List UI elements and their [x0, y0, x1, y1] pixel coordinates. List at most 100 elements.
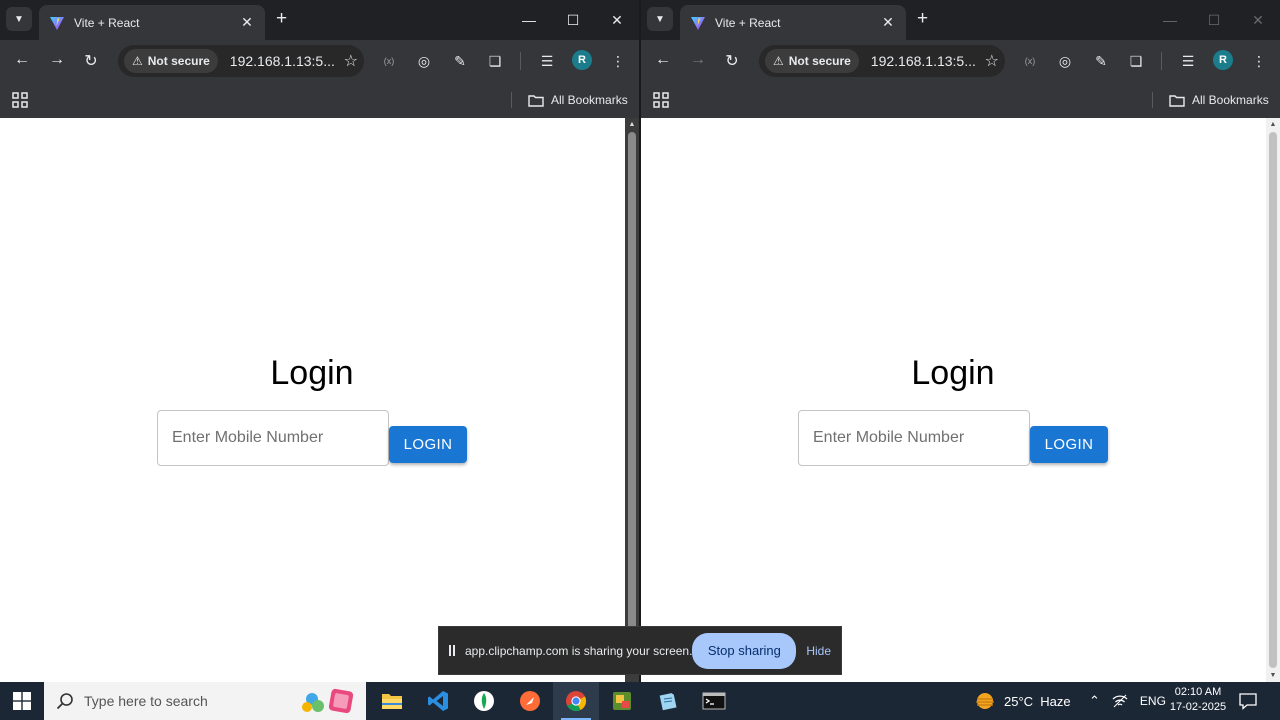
tab-title: Vite + React: [715, 15, 781, 30]
back-arrow-icon[interactable]: ←: [653, 51, 673, 69]
sticky-app[interactable]: [599, 682, 645, 720]
hide-button[interactable]: Hide: [806, 644, 831, 658]
url-text[interactable]: 192.168.1.13:5...: [871, 53, 985, 69]
new-tab-icon[interactable]: +: [917, 9, 928, 29]
folder-icon: [528, 95, 544, 107]
close-tab-icon[interactable]: ✕: [239, 14, 255, 31]
clock[interactable]: 02:10 AM 17-02-2025: [1166, 685, 1230, 715]
eyedropper-icon[interactable]: ✎: [1091, 51, 1111, 71]
forward-arrow-icon[interactable]: →: [47, 51, 67, 69]
chevron-up-icon[interactable]: ⌃: [1089, 693, 1100, 709]
taskbar: Type here to search 25°C Haze ⌃ ENG 02:1…: [0, 682, 1280, 720]
chrome-app[interactable]: [553, 682, 599, 720]
scroll-down-icon[interactable]: ▼: [1266, 672, 1280, 679]
target-icon[interactable]: ◎: [1055, 51, 1075, 71]
vertical-scrollbar[interactable]: ▲ ▼: [1266, 118, 1280, 682]
puzzle-icon[interactable]: ❏: [485, 51, 505, 71]
windows-logo-icon: [13, 692, 31, 710]
scroll-up-icon[interactable]: ▲: [625, 121, 639, 128]
weather-text: 25°C Haze: [1004, 693, 1071, 709]
mobile-number-input[interactable]: [798, 410, 1030, 466]
minimize-icon[interactable]: —: [507, 0, 551, 40]
avatar[interactable]: R: [1213, 50, 1233, 70]
security-label: Not secure: [147, 54, 210, 68]
menu-kebab-icon[interactable]: ⋮: [608, 51, 628, 71]
address-bar[interactable]: ⚠ Not secure 192.168.1.13:5... ☆: [759, 45, 1005, 77]
tab-strip: ▼ Vite + React ✕ + — ☐ ✕: [641, 0, 1280, 40]
mobile-number-input[interactable]: [157, 410, 389, 466]
tab-search-button[interactable]: ▼: [6, 7, 32, 31]
apps-grid-icon[interactable]: [653, 92, 669, 108]
media-queue-icon[interactable]: ☰: [537, 51, 557, 71]
scrollbar-thumb[interactable]: [1269, 132, 1277, 668]
chrome-icon: [566, 691, 587, 712]
toolbar-separator: [520, 52, 521, 70]
page-title: Login: [911, 354, 995, 392]
screen-share-bar: app.clipchamp.com is sharing your screen…: [438, 626, 842, 675]
page-title: Login: [270, 354, 354, 392]
minimize-icon[interactable]: —: [1148, 0, 1192, 40]
address-bar[interactable]: ⚠ Not secure 192.168.1.13:5... ☆: [118, 45, 364, 77]
bookmark-star-icon[interactable]: ☆: [985, 51, 999, 71]
puzzle-app-icon: [613, 692, 631, 710]
clock-time: 02:10 AM: [1174, 686, 1222, 698]
bookmarks-bar: All Bookmarks: [0, 82, 639, 118]
close-window-icon[interactable]: ✕: [595, 0, 639, 40]
url-text[interactable]: 192.168.1.13:5...: [230, 53, 344, 69]
pause-icon: [449, 645, 455, 656]
notepad-app[interactable]: [645, 682, 691, 720]
tab-active[interactable]: Vite + React ✕: [39, 5, 265, 40]
sun-haze-icon: [976, 693, 994, 709]
close-window-icon[interactable]: ✕: [1236, 0, 1280, 40]
all-bookmarks-link[interactable]: All Bookmarks: [551, 93, 628, 107]
security-chip[interactable]: ⚠ Not secure: [124, 49, 218, 73]
terminal-app[interactable]: [691, 682, 737, 720]
back-arrow-icon[interactable]: ←: [12, 51, 32, 69]
stop-sharing-button[interactable]: Stop sharing: [692, 632, 797, 669]
maximize-icon[interactable]: ☐: [1192, 0, 1236, 40]
forward-arrow-icon[interactable]: →: [688, 51, 708, 69]
warning-icon: ⚠: [773, 54, 784, 68]
weather-widget[interactable]: 25°C Haze: [974, 682, 1071, 720]
mongodb-compass-app[interactable]: [461, 682, 507, 720]
eyedropper-icon[interactable]: ✎: [450, 51, 470, 71]
all-bookmarks-link[interactable]: All Bookmarks: [1192, 93, 1269, 107]
wifi-icon[interactable]: [1112, 694, 1128, 708]
reload-icon[interactable]: ↻: [81, 51, 101, 71]
extension-icon[interactable]: (x): [379, 51, 399, 71]
avatar[interactable]: R: [572, 50, 592, 70]
maximize-icon[interactable]: ☐: [551, 0, 595, 40]
browser-window-left: ▼ Vite + React ✕ + — ☐ ✕ ← → ↻ ⚠ Not sec…: [0, 0, 639, 682]
reload-icon[interactable]: ↻: [722, 51, 742, 71]
new-tab-icon[interactable]: +: [276, 9, 287, 29]
menu-kebab-icon[interactable]: ⋮: [1249, 51, 1269, 71]
search-highlight-icon: [302, 688, 354, 714]
security-chip[interactable]: ⚠ Not secure: [765, 49, 859, 73]
media-queue-icon[interactable]: ☰: [1178, 51, 1198, 71]
login-button[interactable]: LOGIN: [389, 426, 467, 463]
folder-icon: [382, 694, 402, 709]
vscode-icon: [428, 691, 448, 711]
file-explorer-app[interactable]: [369, 682, 415, 720]
close-tab-icon[interactable]: ✕: [880, 14, 896, 31]
tab-active[interactable]: Vite + React ✕: [680, 5, 906, 40]
puzzle-icon[interactable]: ❏: [1126, 51, 1146, 71]
login-button[interactable]: LOGIN: [1030, 426, 1108, 463]
warning-icon: ⚠: [132, 54, 143, 68]
browser-window-right: ▼ Vite + React ✕ + — ☐ ✕ ← → ↻ ⚠ Not sec…: [641, 0, 1280, 682]
notification-icon[interactable]: [1238, 692, 1258, 710]
apps-grid-icon[interactable]: [12, 92, 28, 108]
bookmark-star-icon[interactable]: ☆: [344, 51, 358, 71]
taskbar-search[interactable]: Type here to search: [44, 682, 366, 720]
tab-search-button[interactable]: ▼: [647, 7, 673, 31]
vertical-scrollbar[interactable]: ▲: [625, 118, 639, 682]
scrollbar-thumb[interactable]: [628, 132, 636, 668]
folder-icon: [1169, 95, 1185, 107]
vscode-app[interactable]: [415, 682, 461, 720]
scroll-up-icon[interactable]: ▲: [1266, 121, 1280, 128]
language-indicator[interactable]: ENG: [1140, 694, 1166, 708]
postman-app[interactable]: [507, 682, 553, 720]
target-icon[interactable]: ◎: [414, 51, 434, 71]
start-button[interactable]: [0, 682, 44, 720]
extension-icon[interactable]: (x): [1020, 51, 1040, 71]
